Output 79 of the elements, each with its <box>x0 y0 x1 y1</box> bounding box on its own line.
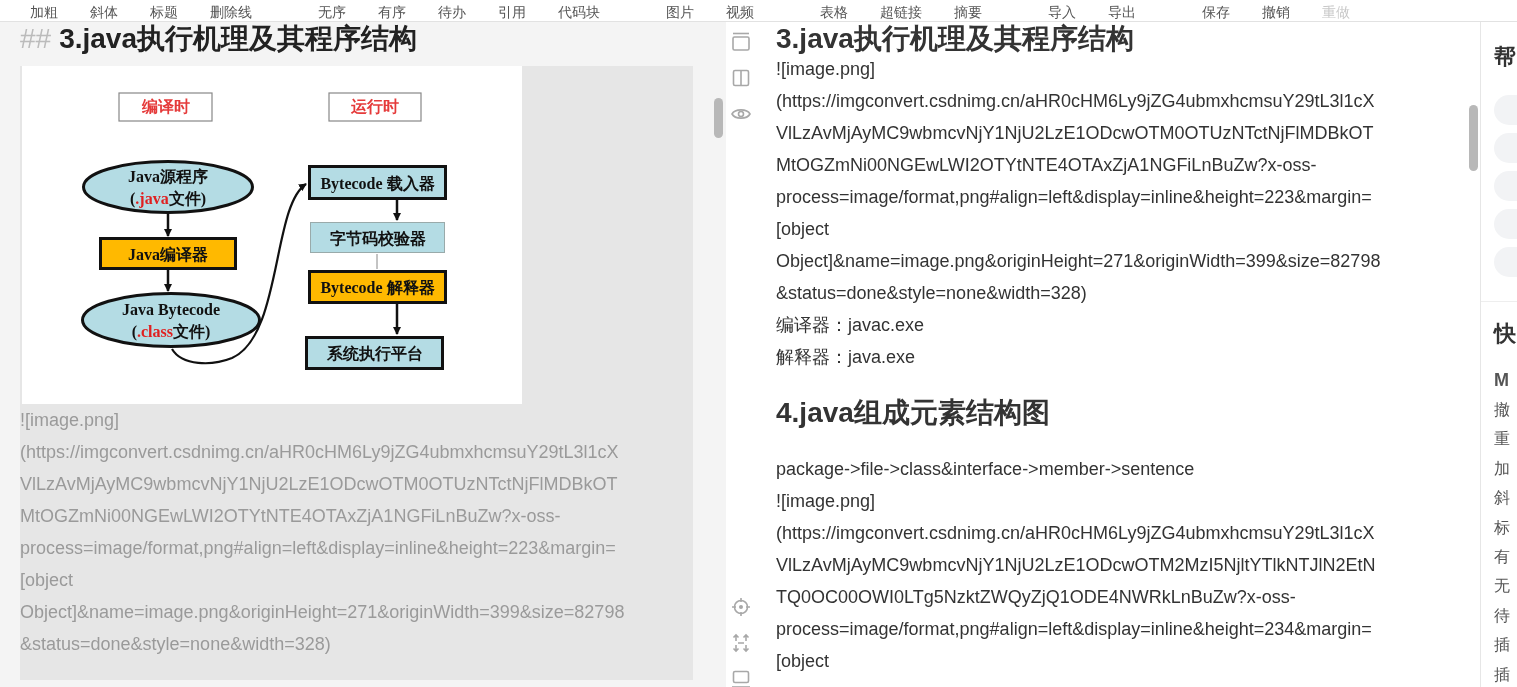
heading-text: 3.java执行机理及其程序结构 <box>59 23 417 54</box>
shortcut-group-title: M <box>1494 369 1510 392</box>
section-heading: 3.java执行机理及其程序结构 <box>776 22 1135 56</box>
paragraph-line: VlLzAvMjAyMC9wbmcvNjY1NjU2LzE1ODcwOTM0OTUzNTctNjFlMDBkOT <box>776 122 1375 145</box>
shortcut-item: 重 <box>1494 429 1511 450</box>
paragraph-line: (https://imgconvert.csdnimg.cn/aHR0cHM6Ly9jZG4ubmxhcmsuY29tL3l1cX <box>776 90 1376 113</box>
flowchart-ellipse: Java Bytecode (.class文件) <box>81 292 261 348</box>
paragraph-line: process=image/format,png#align=left&display=inline&height=234&margin= <box>776 618 1373 641</box>
paragraph-line: 解释器：java.exe <box>776 346 917 369</box>
shortcut-item: 插 <box>1494 664 1511 685</box>
paragraph-line: [object <box>776 218 831 241</box>
shortcut-item: 插 <box>1494 635 1511 656</box>
shortcut-item: 斜 <box>1494 488 1511 509</box>
flow-arrow <box>393 200 401 221</box>
paragraph-line: (https://imgconvert.csdnimg.cn/aHR0cHM6Ly9jZG4ubmxhcmsuY29tL3l1cX <box>776 522 1376 545</box>
toolbar-button[interactable]: 无序 <box>302 2 362 21</box>
scrollbar-thumb[interactable] <box>714 98 723 138</box>
shortcut-item: 撤 <box>1494 400 1511 420</box>
toolbar-button[interactable]: 视频 <box>710 2 770 21</box>
paragraph-line: ![image.png] <box>776 490 877 513</box>
paragraph-line: MtOGZmNi00NGEwLWI2OTYtNTE4OTAxZjA1NGFiLnBuZw?x-oss- <box>776 154 1318 177</box>
flowchart-box: 字节码校验器 <box>310 222 445 253</box>
crosshair-icon[interactable] <box>730 597 751 617</box>
shortcut-item: 待 <box>1494 605 1511 626</box>
paragraph-line: Object]&name=image.png&originHeight=271&originWidth=399&size=82798 <box>776 250 1382 273</box>
toolbar-button[interactable]: 代码块 <box>542 2 616 21</box>
paragraph-line: ![image.png] <box>776 58 877 81</box>
toolbar-button[interactable]: 标题 <box>134 2 194 21</box>
split-view-icon[interactable] <box>730 68 751 88</box>
flow-arrow <box>393 304 401 335</box>
flowchart-box: 系统执行平台 <box>305 336 444 370</box>
toolbar-button[interactable]: 引用 <box>482 2 542 21</box>
shortcut-item: 有 <box>1494 547 1511 568</box>
toolbar-button[interactable]: 表格 <box>804 2 864 21</box>
paragraph-line: TQ0OC00OWI0LTg5NzktZWQyZjQ1ODE4NWRkLnBuZw?x-oss- <box>776 586 1297 609</box>
panel-icon[interactable] <box>730 32 751 52</box>
toolbar-button[interactable]: 图片 <box>650 2 710 21</box>
laptop-icon[interactable] <box>730 669 751 687</box>
phase-label: 运行时 <box>328 92 422 122</box>
markdown-line: [object <box>20 569 75 592</box>
scrollbar-thumb[interactable] <box>1469 105 1478 171</box>
shortcut-item: 无 <box>1494 576 1511 597</box>
markdown-line: MtOGZmNi00NGEwLWI2OTYtNTE4OTAxZjA1NGFiLnBuZw?x-oss- <box>20 505 562 528</box>
toolbar-button[interactable]: 保存 <box>1186 2 1246 21</box>
paragraph-line: process=image/format,png#align=left&display=inline&height=223&margin= <box>776 186 1373 209</box>
flowchart-box: Bytecode 载入器 <box>308 165 447 200</box>
paragraph-line: 编译器：javac.exe <box>776 314 926 337</box>
toolbar-button[interactable]: 待办 <box>422 2 482 21</box>
paragraph-line: package->file->class&interface->member->sentence <box>776 458 1196 481</box>
expand-arrows-icon[interactable] <box>730 633 751 653</box>
toolbar-button[interactable]: 有序 <box>362 2 422 21</box>
shortcut-item: 标 <box>1494 517 1511 538</box>
markdown-line: (https://imgconvert.csdnimg.cn/aHR0cHM6Ly9jZG4ubmxhcmsuY29tL3l1cX <box>20 441 620 464</box>
markdown-line: Object]&name=image.png&originHeight=271&originWidth=399&size=82798 <box>20 601 626 624</box>
toolbar-button[interactable]: 加粗 <box>14 2 74 21</box>
markdown-line: &status=done&style=none&width=328) <box>20 633 332 656</box>
toolbar-button[interactable]: 撤销 <box>1246 2 1306 21</box>
markdown-line: process=image/format,png#align=left&display=inline&height=223&margin= <box>20 537 617 560</box>
panel-title: 帮 <box>1494 43 1517 71</box>
flow-connector <box>376 253 378 270</box>
panel-title: 快 <box>1494 320 1517 348</box>
markdown-line: VlLzAvMjAyMC9wbmcvNjY1NjU2LzE1ODcwOTM0OTUzNTctNjFlMDBkOT <box>20 473 619 496</box>
toolbar-button[interactable]: 删除线 <box>194 2 268 21</box>
paragraph-line: VlLzAvMjAyMC9wbmcvNjY1NjU2LzE1ODcwOTM2MzI5NjltYTlkNTJlN2EtN <box>776 554 1377 577</box>
toolbar-button[interactable]: 超链接 <box>864 2 938 21</box>
toolbar-button[interactable]: 斜体 <box>74 2 134 21</box>
flowchart-box: Bytecode 解释器 <box>308 270 447 304</box>
markdown-line: ![image.png] <box>20 409 121 432</box>
heading-marker: ## <box>20 23 52 54</box>
toolbar-button[interactable]: 导出 <box>1092 2 1152 21</box>
shortcut-item: 加 <box>1494 458 1511 479</box>
paragraph-line: [object <box>776 650 831 673</box>
toolbar-button[interactable]: 摘要 <box>938 2 998 21</box>
section-heading: 4.java组成元素结构图 <box>776 396 1051 430</box>
flowchart-ellipse: Java源程序 (.java文件) <box>82 160 254 214</box>
toolbar-button[interactable]: 导入 <box>1032 2 1092 21</box>
phase-label: 编译时 <box>118 92 213 122</box>
paragraph-line: &status=done&style=none&width=328) <box>776 282 1088 305</box>
flowchart-box: Java编译器 <box>99 237 237 270</box>
